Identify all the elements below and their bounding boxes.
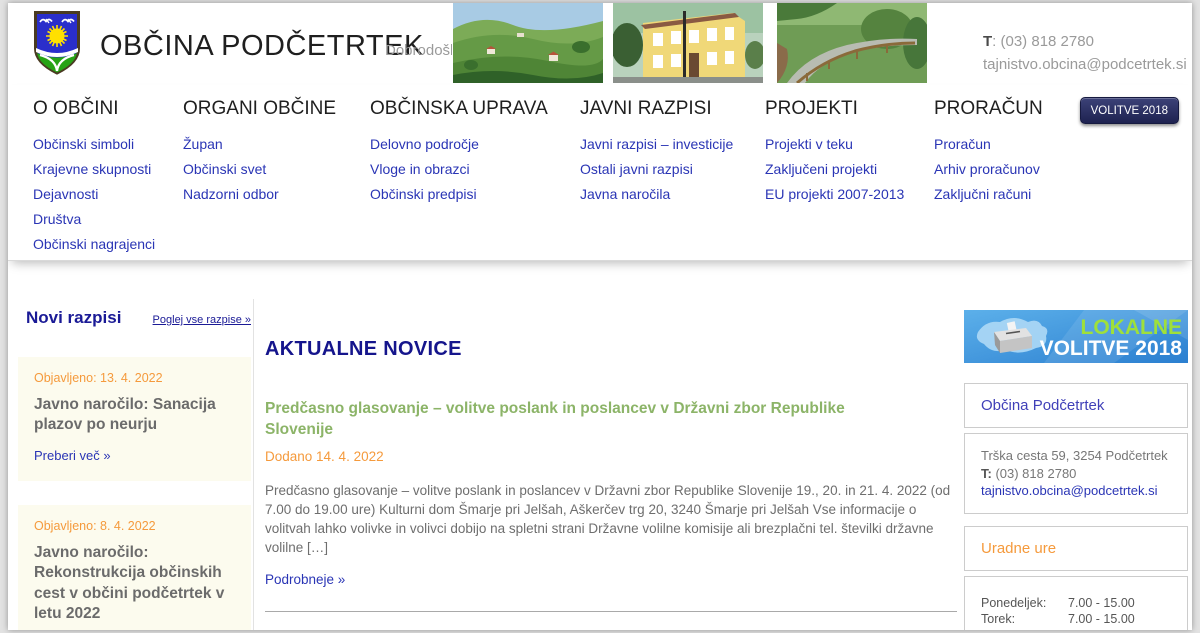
hours-day: Ponedeljek: <box>981 595 1047 610</box>
phone-number: : (03) 818 2780 <box>992 33 1094 50</box>
nav-link-krajevne-skupnosti[interactable]: Krajevne skupnosti <box>33 161 151 177</box>
razpis-title: Javno naročilo: Rekonstrukcija občinskih… <box>34 543 225 623</box>
uradne-ure-title: Uradne ure <box>981 539 1057 557</box>
hours-time: 7.00 - 15.00 <box>1068 611 1135 626</box>
phone-label: T <box>983 33 993 50</box>
obcina-box-title[interactable]: Občina Podčetrtek <box>981 397 1171 414</box>
nav-heading: JAVNI RAZPISI <box>580 98 712 119</box>
uradne-ure-box-header: Uradne ure <box>964 525 1188 571</box>
news-article: Predčasno glasovanje – volitve poslank i… <box>265 399 957 589</box>
nav-link-obcinski-predpisi[interactable]: Občinski predpisi <box>370 186 477 202</box>
page: OBČINA PODČETRTEK Dobrodošli T: (03) 818… <box>8 3 1192 630</box>
site-header: OBČINA PODČETRTEK Dobrodošli T: (03) 818… <box>8 3 1192 85</box>
razpis-published-date: Objavljeno: 8. 4. 2022 <box>34 518 156 533</box>
obcina-info-box-header: Občina Podčetrtek <box>964 383 1188 428</box>
nav-col-proracun: PRORAČUN Proračun Arhiv proračunov Zaklj… <box>934 98 1043 207</box>
news-section-title: AKTUALNE NOVICE <box>265 338 462 360</box>
coat-of-arms-logo <box>33 10 81 76</box>
banner-line1-text: LOKALNE <box>1081 316 1183 339</box>
nav-heading: PROJEKTI <box>765 98 858 119</box>
hours-row: Ponedeljek: 7.00 - 15.00 <box>981 595 1171 611</box>
volitve-2018-button[interactable]: VOLITVE 2018 <box>1079 97 1179 124</box>
novi-razpisi-title: Novi razpisi <box>26 308 122 327</box>
main-content: AKTUALNE NOVICE Predčasno glasovanje – v… <box>265 303 957 630</box>
header-contact: T: (03) 818 2780 tajnistvo.obcina@podcet… <box>983 30 1187 76</box>
main-navigation: O OBČINI Občinski simboli Krajevne skupn… <box>8 85 1192 261</box>
page-title: OBČINA PODČETRTEK <box>100 30 424 62</box>
obcina-phone-label: T: <box>981 465 992 481</box>
razpis-published-date: Objavljeno: 13. 4. 2022 <box>34 371 163 385</box>
nav-link-drustva[interactable]: Društva <box>33 211 81 227</box>
razpis-read-more-link[interactable]: Preberi več » <box>34 448 111 463</box>
nav-col-javni-razpisi: JAVNI RAZPISI Javni razpisi – investicij… <box>580 98 733 207</box>
obcina-phone: T: (03) 818 2780 <box>981 465 1171 483</box>
nav-link-zupan[interactable]: Župan <box>183 136 223 152</box>
obcina-phone-number: (03) 818 2780 <box>991 465 1077 481</box>
nav-link-javni-razpisi-investicije[interactable]: Javni razpisi – investicije <box>580 136 733 152</box>
hours-day: Torek: <box>981 611 1016 626</box>
content-divider <box>253 299 254 630</box>
nav-link-zakljucni-racuni[interactable]: Zaključni računi <box>934 186 1031 202</box>
nav-heading: ORGANI OBČINE <box>183 98 337 119</box>
obcina-address: Trška cesta 59, 3254 Podčetrtek <box>981 448 1168 463</box>
nav-heading: O OBČINI <box>33 98 119 119</box>
nav-col-obcinska-uprava: OBČINSKA UPRAVA Delovno področje Vloge i… <box>370 98 548 207</box>
uradne-ure-box: Ponedeljek: 7.00 - 15.00 Torek: 7.00 - 1… <box>964 575 1188 630</box>
header-phone: T: (03) 818 2780 <box>983 30 1187 53</box>
article-divider <box>265 610 957 612</box>
header-email: tajnistvo.obcina@podcetrtek.si <box>983 56 1187 73</box>
banner-line2-text: VOLITVE 2018 <box>1040 337 1183 360</box>
nav-link-vloge-in-obrazci[interactable]: Vloge in obrazci <box>370 161 470 177</box>
nav-link-javna-narocila[interactable]: Javna naročila <box>580 186 670 202</box>
view-all-razpisi-link[interactable]: Poglej vse razpise » <box>153 314 251 326</box>
nav-link-dejavnosti[interactable]: Dejavnosti <box>33 186 98 202</box>
razpis-card: Objavljeno: 13. 4. 2022 Javno naročilo: … <box>18 357 251 481</box>
article-date: Dodano 14. 4. 2022 <box>265 448 384 464</box>
nav-link-obcinski-simboli[interactable]: Občinski simboli <box>33 136 134 152</box>
lokalne-volitve-2018-banner[interactable]: LOKALNE VOLITVE 2018 <box>964 310 1188 363</box>
sidebar-novi-razpisi: Novi razpisi Poglej vse razpise » Objavl… <box>18 308 251 630</box>
article-title[interactable]: Predčasno glasovanje – volitve poslank i… <box>265 399 895 441</box>
razpis-card: Objavljeno: 8. 4. 2022 Javno naročilo: R… <box>18 504 251 630</box>
welcome-text: Dobrodošli <box>385 42 452 59</box>
nav-col-o-obcini: O OBČINI Občinski simboli Krajevne skupn… <box>33 98 155 257</box>
article-more-link[interactable]: Podrobneje » <box>265 572 345 587</box>
nav-col-organi-obcine: ORGANI OBČINE Župan Občinski svet Nadzor… <box>183 98 336 207</box>
sidebar-right: LOKALNE VOLITVE 2018 Občina Podčetrtek T… <box>964 310 1188 630</box>
obcina-contact-box: Trška cesta 59, 3254 Podčetrtek T: (03) … <box>964 433 1188 514</box>
nav-link-delovno-podrocje[interactable]: Delovno področje <box>370 136 479 152</box>
nav-link-obcinski-nagrajenci[interactable]: Občinski nagrajenci <box>33 236 155 252</box>
nav-link-arhiv-proracunov[interactable]: Arhiv proračunov <box>934 161 1040 177</box>
nav-heading: OBČINSKA UPRAVA <box>370 98 548 119</box>
header-photo-building <box>613 3 763 83</box>
nav-link-nadzorni-odbor[interactable]: Nadzorni odbor <box>183 186 279 202</box>
nav-link-ostali-javni-razpisi[interactable]: Ostali javni razpisi <box>580 161 693 177</box>
nav-link-projekti-v-teku[interactable]: Projekti v teku <box>765 136 853 152</box>
hours-time: 7.00 - 15.00 <box>1068 595 1135 610</box>
header-photo-road <box>777 3 927 83</box>
razpis-title: Javno naročilo: Sanacija plazov po neurj… <box>34 396 216 434</box>
header-photo-hills <box>453 3 603 83</box>
nav-link-proracun[interactable]: Proračun <box>934 136 991 152</box>
nav-link-eu-projekti[interactable]: EU projekti 2007-2013 <box>765 186 904 202</box>
nav-link-obcinski-svet[interactable]: Občinski svet <box>183 161 266 177</box>
hours-row: Torek: 7.00 - 15.00 <box>981 611 1171 627</box>
nav-heading: PRORAČUN <box>934 98 1043 119</box>
nav-link-zakljuceni-projekti[interactable]: Zaključeni projekti <box>765 161 877 177</box>
article-excerpt: Predčasno glasovanje – volitve poslank i… <box>265 482 951 555</box>
nav-col-projekti: PROJEKTI Projekti v teku Zaključeni proj… <box>765 98 904 207</box>
obcina-email-link[interactable]: tajnistvo.obcina@podcetrtek.si <box>981 483 1158 498</box>
